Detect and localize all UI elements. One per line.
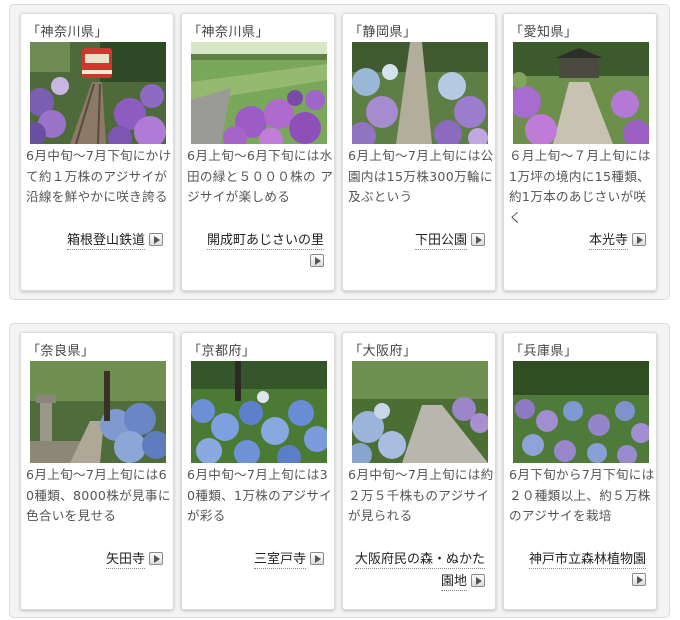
prefecture-label: 「神奈川県」 <box>27 25 109 40</box>
spot-row-2: 「奈良県」 6月上旬～7月上旬には60種類、8000株が見事に色合いを見せる 矢… <box>9 323 670 618</box>
spot-card: 「兵庫県」 6月下旬から7月下旬には２０種類以上、約５万株のアジサイを栽培 神戸… <box>503 332 657 610</box>
prefecture-label: 「兵庫県」 <box>510 344 578 359</box>
park-path-hydrangea-photo[interactable] <box>352 42 488 144</box>
spot-card: 「大阪府」 6月中旬～7月上旬には約２万５千株ものアジサイが見られる 大阪府民の… <box>342 332 496 610</box>
spot-description: 6月上旬～7月上旬には公園内は15万株300万輪に及ぶという <box>348 148 494 204</box>
spot-link[interactable]: 開成町あじさいの里 <box>184 230 324 267</box>
spot-link-label[interactable]: 開成町あじさいの里 <box>206 233 324 250</box>
prefecture-label: 「静岡県」 <box>349 25 417 40</box>
play-arrow-icon[interactable] <box>310 552 324 565</box>
spot-description: 6月上旬～7月上旬には60種類、8000株が見事に色合いを見せる <box>26 467 171 523</box>
prefecture-label: 「神奈川県」 <box>188 25 270 40</box>
spot-link[interactable]: 大阪府民の森・ぬかた園地 <box>345 549 485 593</box>
spot-link-label[interactable]: 神戸市立森林植物園 <box>528 552 646 569</box>
spot-description: 6月上旬～6月下旬には水田の緑と５０００株の アジサイが楽しめる <box>187 148 334 204</box>
spot-card: 「京都府」 6月中旬～7月上旬には30種類、1万株のアジサイが彩る 三室戸寺 <box>181 332 335 610</box>
spot-link-label[interactable]: 本光寺 <box>588 233 628 250</box>
spot-link[interactable]: 神戸市立森林植物園 <box>506 549 646 586</box>
hillside-hydrangea-photo[interactable] <box>513 361 649 463</box>
prefecture-label: 「奈良県」 <box>27 344 95 359</box>
prefecture-label: 「愛知県」 <box>510 25 578 40</box>
spot-card: 「愛知県」 ６月上旬～７月上旬には1万坪の境内に15種類、約1万本のあじさいが咲… <box>503 13 657 291</box>
spot-link[interactable]: 下田公園 <box>345 230 485 252</box>
spot-description: ６月上旬～７月上旬には1万坪の境内に15種類、約1万本のあじさいが咲く <box>509 148 651 225</box>
blue-hydrangea-garden-photo[interactable] <box>191 361 327 463</box>
spot-description: 6月下旬から7月下旬には２０種類以上、約５万株のアジサイを栽培 <box>509 467 655 523</box>
spot-card: 「静岡県」 6月上旬～7月上旬には公園内は15万株300万輪に及ぶという 下田公… <box>342 13 496 291</box>
play-arrow-icon[interactable] <box>149 552 163 565</box>
forest-road-hydrangea-photo[interactable] <box>352 361 488 463</box>
play-arrow-icon[interactable] <box>149 233 163 246</box>
spot-link-label[interactable]: 大阪府民の森・ぬかた園地 <box>354 552 485 591</box>
play-arrow-icon[interactable] <box>632 573 646 586</box>
spot-card: 「神奈川県」 6月上旬～6月下旬には水田の緑と５０００株の アジサイが楽しめる … <box>181 13 335 291</box>
prefecture-label: 「大阪府」 <box>349 344 417 359</box>
play-arrow-icon[interactable] <box>471 574 485 587</box>
play-arrow-icon[interactable] <box>471 233 485 246</box>
spot-link[interactable]: 三室戸寺 <box>184 549 324 571</box>
play-arrow-icon[interactable] <box>310 254 324 267</box>
spot-description: 6月中旬～7月下旬にかけて約１万株のアジサイが沿線を鮮やかに咲き誇る <box>26 148 172 204</box>
spot-link-label[interactable]: 矢田寺 <box>105 552 145 569</box>
spot-link-label[interactable]: 下田公園 <box>414 233 467 250</box>
spot-card: 「奈良県」 6月上旬～7月上旬には60種類、8000株が見事に色合いを見せる 矢… <box>20 332 174 610</box>
spot-link[interactable]: 矢田寺 <box>23 549 163 571</box>
spot-description: 6月中旬～7月上旬には30種類、1万株のアジサイが彩る <box>187 467 333 523</box>
spot-card: 「神奈川県」 6月中旬～7月下旬にかけて約１万株のアジサイが沿線を鮮やかに咲き誇… <box>20 13 174 291</box>
stone-lantern-hydrangea-photo[interactable] <box>30 361 166 463</box>
spot-link[interactable]: 箱根登山鉄道 <box>23 230 163 252</box>
rice-field-hydrangea-photo[interactable] <box>191 42 327 144</box>
spot-link-label[interactable]: 箱根登山鉄道 <box>66 233 145 250</box>
play-arrow-icon[interactable] <box>632 233 646 246</box>
spot-link-label[interactable]: 三室戸寺 <box>253 552 306 569</box>
spot-link[interactable]: 本光寺 <box>506 230 646 252</box>
spot-description: 6月中旬～7月上旬には約２万５千株ものアジサイが見られる <box>348 467 494 523</box>
spot-row-1: 「神奈川県」 6月中旬～7月下旬にかけて約１万株のアジサイが沿線を鮮やかに咲き誇… <box>9 4 670 300</box>
train-hydrangea-photo[interactable] <box>30 42 166 144</box>
prefecture-label: 「京都府」 <box>188 344 256 359</box>
temple-path-hydrangea-photo[interactable] <box>513 42 649 144</box>
